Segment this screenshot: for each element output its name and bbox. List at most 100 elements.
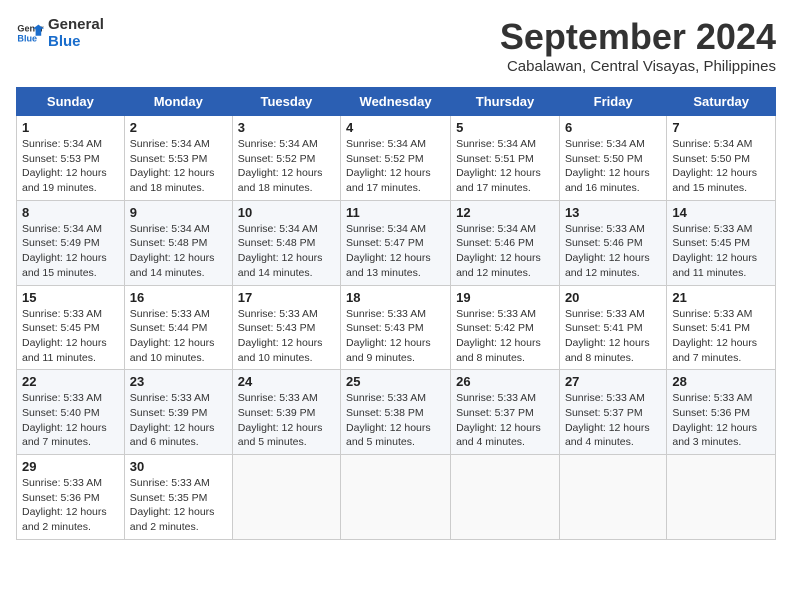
table-row: 10Sunrise: 5:34 AMSunset: 5:48 PMDayligh… bbox=[232, 200, 340, 285]
title-block: September 2024 Cabalawan, Central Visaya… bbox=[500, 16, 776, 75]
day-number: 14 bbox=[672, 205, 770, 220]
day-info: Sunrise: 5:33 AMSunset: 5:44 PMDaylight:… bbox=[130, 307, 227, 366]
table-row: 11 Sunrise: 5:34 AMSunset: 5:47 PMDayligh… bbox=[341, 200, 451, 285]
table-row: 15 Sunrise: 5:33 AMSunset: 5:45 PMDayligh… bbox=[17, 285, 125, 370]
day-info: Sunrise: 5:33 AMSunset: 5:43 PMDaylight:… bbox=[346, 307, 445, 366]
table-row: 16 Sunrise: 5:33 AMSunset: 5:44 PMDayligh… bbox=[124, 285, 232, 370]
day-info: Sunrise: 5:34 AMSunset: 5:48 PMDaylight:… bbox=[238, 222, 335, 281]
svg-text:Blue: Blue bbox=[17, 33, 37, 43]
day-info: Sunrise: 5:33 AMSunset: 5:42 PMDaylight:… bbox=[456, 307, 554, 366]
col-wednesday: Wednesday bbox=[341, 88, 451, 116]
day-number: 1 bbox=[22, 120, 119, 135]
day-number: 26 bbox=[456, 374, 554, 389]
day-info: Sunrise: 5:34 AMSunset: 5:46 PMDaylight:… bbox=[456, 222, 554, 281]
table-row: 9Sunrise: 5:34 AMSunset: 5:48 PMDaylight… bbox=[124, 200, 232, 285]
calendar-table: Sunday Monday Tuesday Wednesday Thursday… bbox=[16, 87, 776, 540]
day-info: Sunrise: 5:34 AMSunset: 5:53 PMDaylight:… bbox=[22, 137, 119, 196]
table-row: 26Sunrise: 5:33 AMSunset: 5:37 PMDayligh… bbox=[451, 370, 560, 455]
day-number: 23 bbox=[130, 374, 227, 389]
location-subtitle: Cabalawan, Central Visayas, Philippines bbox=[500, 58, 776, 75]
table-row: 22 Sunrise: 5:33 AMSunset: 5:40 PMDayligh… bbox=[17, 370, 125, 455]
day-number: 3 bbox=[238, 120, 335, 135]
day-number: 2 bbox=[130, 120, 227, 135]
day-number: 17 bbox=[238, 290, 335, 305]
table-row: 4 Sunrise: 5:34 AMSunset: 5:52 PMDaylight… bbox=[341, 116, 451, 201]
table-row: 25 Sunrise: 5:33 AMSunset: 5:38 PMDayligh… bbox=[341, 370, 451, 455]
day-number: 13 bbox=[565, 205, 661, 220]
day-number: 20 bbox=[565, 290, 661, 305]
table-row bbox=[232, 455, 340, 540]
day-info: Sunrise: 5:33 AMSunset: 5:45 PMDaylight:… bbox=[22, 307, 119, 366]
table-row: 23 Sunrise: 5:33 AMSunset: 5:39 PMDayligh… bbox=[124, 370, 232, 455]
table-row: 14 Sunrise: 5:33 AMSunset: 5:45 PMDayligh… bbox=[667, 200, 776, 285]
logo-icon: General Blue bbox=[16, 19, 44, 47]
day-info: Sunrise: 5:33 AMSunset: 5:46 PMDaylight:… bbox=[565, 222, 661, 281]
day-info: Sunrise: 5:33 AMSunset: 5:39 PMDaylight:… bbox=[130, 391, 227, 450]
table-row: 28Sunrise: 5:33 AMSunset: 5:36 PMDayligh… bbox=[667, 370, 776, 455]
table-row: 2 Sunrise: 5:34 AMSunset: 5:53 PMDaylight… bbox=[124, 116, 232, 201]
day-info: Sunrise: 5:33 AMSunset: 5:38 PMDaylight:… bbox=[346, 391, 445, 450]
day-info: Sunrise: 5:33 AMSunset: 5:35 PMDaylight:… bbox=[130, 476, 227, 535]
table-row: 18 Sunrise: 5:33 AMSunset: 5:43 PMDayligh… bbox=[341, 285, 451, 370]
month-title: September 2024 bbox=[500, 16, 776, 58]
day-info: Sunrise: 5:33 AMSunset: 5:40 PMDaylight:… bbox=[22, 391, 119, 450]
table-row: 19 Sunrise: 5:33 AMSunset: 5:42 PMDayligh… bbox=[451, 285, 560, 370]
logo: General Blue General Blue bbox=[16, 16, 104, 50]
day-number: 24 bbox=[238, 374, 335, 389]
day-number: 18 bbox=[346, 290, 445, 305]
day-number: 11 bbox=[346, 205, 445, 220]
day-number: 22 bbox=[22, 374, 119, 389]
day-info: Sunrise: 5:34 AMSunset: 5:52 PMDaylight:… bbox=[238, 137, 335, 196]
day-number: 8 bbox=[22, 205, 119, 220]
day-number: 12 bbox=[456, 205, 554, 220]
table-row: 17 Sunrise: 5:33 AMSunset: 5:43 PMDayligh… bbox=[232, 285, 340, 370]
day-info: Sunrise: 5:33 AMSunset: 5:45 PMDaylight:… bbox=[672, 222, 770, 281]
calendar-header-row: Sunday Monday Tuesday Wednesday Thursday… bbox=[17, 88, 776, 116]
day-number: 9 bbox=[130, 205, 227, 220]
day-info: Sunrise: 5:34 AMSunset: 5:50 PMDaylight:… bbox=[565, 137, 661, 196]
day-number: 30 bbox=[130, 459, 227, 474]
table-row: 7 Sunrise: 5:34 AMSunset: 5:50 PMDaylight… bbox=[667, 116, 776, 201]
table-row bbox=[667, 455, 776, 540]
day-number: 15 bbox=[22, 290, 119, 305]
col-friday: Friday bbox=[559, 88, 666, 116]
day-number: 6 bbox=[565, 120, 661, 135]
day-info: Sunrise: 5:33 AMSunset: 5:36 PMDaylight:… bbox=[22, 476, 119, 535]
table-row: 6 Sunrise: 5:34 AMSunset: 5:50 PMDaylight… bbox=[559, 116, 666, 201]
day-number: 5 bbox=[456, 120, 554, 135]
day-number: 16 bbox=[130, 290, 227, 305]
day-info: Sunrise: 5:34 AMSunset: 5:49 PMDaylight:… bbox=[22, 222, 119, 281]
day-number: 4 bbox=[346, 120, 445, 135]
day-info: Sunrise: 5:34 AMSunset: 5:47 PMDaylight:… bbox=[346, 222, 445, 281]
table-row: 20Sunrise: 5:33 AMSunset: 5:41 PMDayligh… bbox=[559, 285, 666, 370]
table-row: 29 Sunrise: 5:33 AMSunset: 5:36 PMDayligh… bbox=[17, 455, 125, 540]
day-number: 7 bbox=[672, 120, 770, 135]
table-row: 12 Sunrise: 5:34 AMSunset: 5:46 PMDayligh… bbox=[451, 200, 560, 285]
day-number: 29 bbox=[22, 459, 119, 474]
day-info: Sunrise: 5:34 AMSunset: 5:52 PMDaylight:… bbox=[346, 137, 445, 196]
day-number: 25 bbox=[346, 374, 445, 389]
page-header: General Blue General Blue September 2024… bbox=[16, 16, 776, 75]
day-info: Sunrise: 5:33 AMSunset: 5:39 PMDaylight:… bbox=[238, 391, 335, 450]
table-row: 24 Sunrise: 5:33 AMSunset: 5:39 PMDayligh… bbox=[232, 370, 340, 455]
col-tuesday: Tuesday bbox=[232, 88, 340, 116]
table-row: 21Sunrise: 5:33 AMSunset: 5:41 PMDayligh… bbox=[667, 285, 776, 370]
table-row bbox=[559, 455, 666, 540]
table-row: 13 Sunrise: 5:33 AMSunset: 5:46 PMDayligh… bbox=[559, 200, 666, 285]
col-monday: Monday bbox=[124, 88, 232, 116]
table-row: 1 Sunrise: 5:34 AMSunset: 5:53 PMDaylight… bbox=[17, 116, 125, 201]
day-number: 21 bbox=[672, 290, 770, 305]
col-sunday: Sunday bbox=[17, 88, 125, 116]
day-number: 28 bbox=[672, 374, 770, 389]
table-row: 5Sunrise: 5:34 AMSunset: 5:51 PMDaylight… bbox=[451, 116, 560, 201]
day-info: Sunrise: 5:34 AMSunset: 5:53 PMDaylight:… bbox=[130, 137, 227, 196]
day-number: 19 bbox=[456, 290, 554, 305]
table-row bbox=[451, 455, 560, 540]
day-number: 27 bbox=[565, 374, 661, 389]
day-info: Sunrise: 5:33 AMSunset: 5:37 PMDaylight:… bbox=[565, 391, 661, 450]
day-info: Sunrise: 5:34 AMSunset: 5:50 PMDaylight:… bbox=[672, 137, 770, 196]
logo-general: General bbox=[48, 16, 104, 33]
col-thursday: Thursday bbox=[451, 88, 560, 116]
day-info: Sunrise: 5:33 AMSunset: 5:43 PMDaylight:… bbox=[238, 307, 335, 366]
col-saturday: Saturday bbox=[667, 88, 776, 116]
